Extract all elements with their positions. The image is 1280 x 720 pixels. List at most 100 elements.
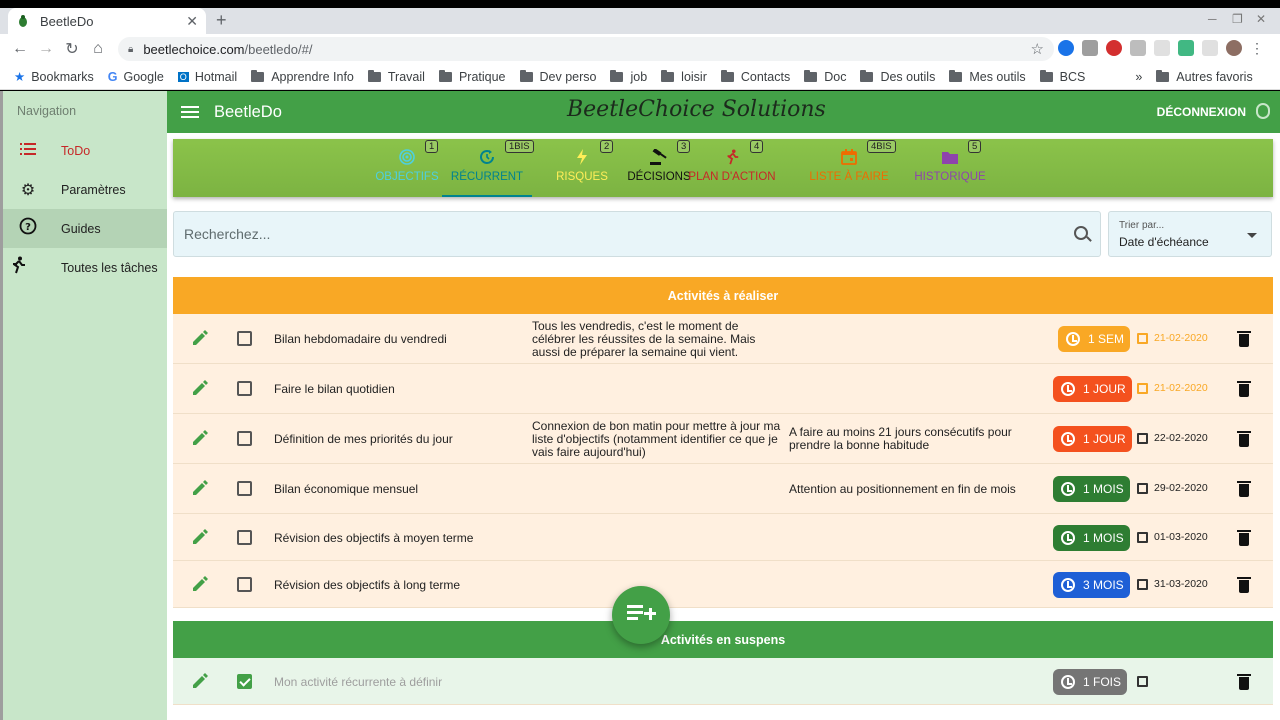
calendar-icon[interactable] [1137,675,1148,687]
edit-pencil-icon[interactable] [191,575,209,593]
sidebar-item-label: Guides [61,221,101,236]
reload-icon[interactable]: ↻ [59,39,85,59]
tab-liste-à-faire[interactable]: LISTE À FAIRE 4BIS [804,139,896,197]
edit-pencil-icon[interactable] [191,329,209,347]
extension-placeholder-icon[interactable] [1202,40,1218,56]
extension-adblock-icon[interactable] [1106,40,1122,56]
add-task-fab[interactable] [612,586,670,644]
task-checkbox[interactable] [237,673,252,689]
bookmark-star-icon[interactable]: ☆ [1031,40,1044,58]
delete-trash-icon[interactable] [1237,381,1251,397]
task-checkbox[interactable] [237,381,252,396]
recurrence-chip[interactable]: 1 MOIS [1053,524,1130,551]
url-domain: beetlechoice.com [143,41,245,57]
tab-badge: 1 [425,140,439,153]
table-row: Faire le bilan quotidien 1 JOUR 21-02-2020 [173,364,1273,414]
search-input[interactable] [184,226,1064,242]
bookmark-hotmail[interactable]: O Hotmail [177,70,237,84]
extension-blank-icon[interactable] [1154,40,1170,56]
logout-button[interactable]: DÉCONNEXION [1157,105,1246,119]
home-icon[interactable]: ⌂ [85,40,111,58]
sidebar-item-guides[interactable]: ? Guides [3,209,167,248]
calendar-icon[interactable] [1137,531,1148,543]
tab-objectifs[interactable]: OBJECTIFS 1 [367,139,447,197]
tab-plan-d-action[interactable]: PLAN D'ACTION 4 [682,139,782,197]
task-checkbox[interactable] [237,331,252,346]
bookmark-doc[interactable]: Doc [804,69,846,84]
task-checkbox[interactable] [237,529,252,545]
delete-trash-icon[interactable] [1237,529,1251,546]
delete-trash-icon[interactable] [1237,673,1251,690]
browser-menu-icon[interactable]: ⋮ [1250,40,1264,56]
recurrence-chip[interactable]: 1 JOUR [1053,376,1132,402]
recurrence-chip[interactable]: 1 MOIS [1053,476,1130,502]
recurrence-chip[interactable]: 1 SEM [1058,326,1131,352]
calendar-icon[interactable] [1137,433,1148,444]
delete-trash-icon[interactable] [1237,331,1251,347]
bookmark-google[interactable]: G Google [108,70,164,84]
edit-pencil-icon[interactable] [191,429,209,447]
edit-pencil-icon[interactable] [191,528,209,546]
extension-vue-icon[interactable] [1178,40,1194,56]
edit-pencil-icon[interactable] [191,672,209,690]
bookmark-contacts[interactable]: Contacts [720,69,790,84]
delete-trash-icon[interactable] [1237,431,1251,447]
help-circle-icon: ? [17,217,39,240]
new-tab-icon[interactable]: + [216,10,227,31]
edit-pencil-icon[interactable] [191,479,209,497]
bookmark-des-outils[interactable]: Des outils [860,69,935,84]
search-icon[interactable] [1074,226,1088,240]
task-title: Révision des objectifs à moyen terme [274,530,474,545]
bookmark-autres-favoris[interactable]: Autres favoris [1156,69,1253,84]
task-checkbox[interactable] [237,431,252,446]
task-checkbox[interactable] [237,481,252,496]
close-tab-icon[interactable]: ✕ [186,13,198,30]
bookmark-bcs[interactable]: BCS [1039,69,1085,84]
bookmark-pratique[interactable]: Pratique [438,69,506,84]
calendar-icon[interactable] [1137,333,1148,344]
recurrence-label: 1 SEM [1088,332,1125,346]
bookmark-job[interactable]: job [610,69,647,84]
sort-select[interactable]: Trier par... Date d'échéance [1108,211,1272,257]
extension-cast-icon[interactable] [1130,40,1146,56]
edit-pencil-icon[interactable] [191,379,209,397]
profile-avatar[interactable] [1226,40,1242,56]
delete-trash-icon[interactable] [1237,481,1251,497]
sidebar-item-toutes-les-taches[interactable]: Toutes les tâches [3,248,167,287]
task-checkbox[interactable] [237,576,252,592]
calendar-icon[interactable] [1137,383,1148,394]
list-icon [17,142,39,160]
sidebar-item-parametres[interactable]: ⚙︎ Paramètres [3,170,167,209]
more-bookmarks-chevron[interactable]: » [1135,70,1142,84]
minimize-icon[interactable]: ─ [1208,12,1217,26]
back-icon[interactable]: ← [7,40,33,58]
maximize-icon[interactable]: ❐ [1232,12,1243,26]
close-window-icon[interactable]: ✕ [1256,12,1266,26]
screen: BeetleDo ✕ + ─ ❐ ✕ ← → ↻ ⌂ 🔒︎ beetlechoi… [0,0,1280,720]
bookmark-bookmarks[interactable]: ★ Bookmarks [14,69,94,85]
recurrence-chip[interactable]: 1 FOIS [1053,668,1128,695]
bookmark-mes-outils[interactable]: Mes outils [949,69,1026,84]
bookmark-apprendre-info[interactable]: Apprendre Info [251,69,354,84]
extension-gmail-icon[interactable] [1082,40,1098,56]
sidebar-item-todo[interactable]: ToDo [3,131,167,170]
navigation-heading: Navigation [17,104,77,118]
forward-icon[interactable]: → [33,40,59,58]
fingerprint-icon[interactable] [1256,103,1270,119]
extension-check-icon[interactable] [1058,40,1074,56]
bookmark-dev-perso[interactable]: Dev perso [519,69,596,84]
hamburger-menu-icon[interactable] [181,106,199,118]
recurrence-chip[interactable]: 1 JOUR [1053,426,1132,452]
recurrence-chip[interactable]: 3 MOIS [1053,571,1130,598]
delete-trash-icon[interactable] [1237,576,1251,593]
tab-historique[interactable]: HISTORIQUE 5 [905,139,995,197]
bookmark-travail[interactable]: Travail [367,69,425,84]
tab-récurrent[interactable]: RÉCURRENT 1BIS [442,139,534,197]
calendar-icon[interactable] [1137,578,1148,590]
browser-tab[interactable]: BeetleDo ✕ [8,8,206,34]
bookmark-loisir[interactable]: loisir [661,69,707,84]
calendar-icon[interactable] [1137,483,1148,494]
recurrent-icon [1061,530,1075,545]
tab-risques[interactable]: RISQUES 2 [552,139,614,197]
url-bar[interactable]: 🔒︎ beetlechoice.com/beetledo/#/ ☆ [118,37,1054,61]
